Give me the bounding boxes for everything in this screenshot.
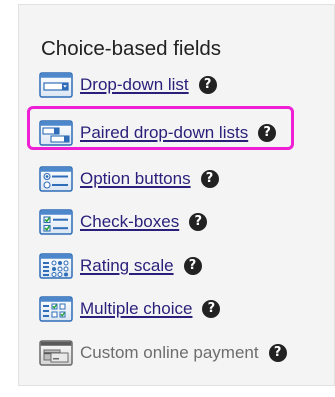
paired-dropdown-icon [39,120,73,146]
field-item-dropdown-list: Drop-down list ? [39,71,217,99]
choice-fields-panel: Choice-based fields Drop-down list ? Pai… [18,4,335,386]
field-item-multiple-choice: Multiple choice ? [39,295,221,323]
multiple-choice-help-icon[interactable]: ? [202,300,221,318]
check-boxes-link[interactable]: Check-boxes [80,212,179,232]
field-item-custom-online-payment: Custom online payment ? [39,339,287,367]
rating-scale-help-icon[interactable]: ? [183,257,202,275]
field-item-rating-scale: Rating scale ? [39,252,202,280]
option-buttons-link[interactable]: Option buttons [80,169,191,189]
option-buttons-icon [39,166,73,192]
dropdown-list-help-icon[interactable]: ? [198,76,217,94]
option-buttons-help-icon[interactable]: ? [200,170,219,188]
custom-online-payment-help-icon[interactable]: ? [268,344,287,362]
dropdown-list-icon [39,72,73,98]
rating-scale-link[interactable]: Rating scale [80,256,174,276]
field-item-option-buttons: Option buttons ? [39,165,219,193]
check-boxes-help-icon[interactable]: ? [189,213,208,231]
multiple-choice-link[interactable]: Multiple choice [80,299,192,319]
field-list: Drop-down list ? Paired drop-down lists … [19,5,334,385]
multiple-choice-icon [39,296,73,322]
field-item-check-boxes: Check-boxes ? [39,208,208,236]
checkboxes-icon [39,209,73,235]
paired-dropdown-lists-help-icon[interactable]: ? [258,124,277,142]
custom-online-payment-label: Custom online payment [80,343,259,362]
paired-dropdown-lists-link[interactable]: Paired drop-down lists [80,123,248,143]
payment-icon [39,340,73,366]
rating-scale-icon [39,253,73,279]
field-item-paired-dropdown-lists: Paired drop-down lists ? [39,119,277,147]
dropdown-list-link[interactable]: Drop-down list [80,75,189,95]
